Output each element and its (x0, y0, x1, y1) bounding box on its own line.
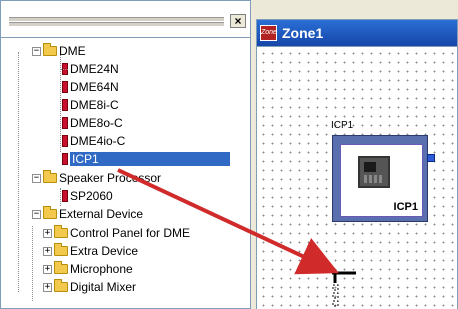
tree-item-label: DME4io-C (70, 134, 126, 148)
expand-icon[interactable]: + (43, 264, 52, 274)
dme-device-icon (62, 190, 68, 202)
device-tree-panel: × − DME DME24N DME64N DME8i-C DME8o-C DM… (0, 0, 251, 309)
icp1-component-body: ICP1 (340, 144, 423, 217)
tree-item-label: Control Panel for DME (70, 226, 191, 240)
tree-item-label: Digital Mixer (70, 280, 137, 294)
tree-item-label: Extra Device (70, 244, 139, 258)
icp1-component[interactable]: ICP1 (332, 135, 428, 222)
tree-item-label: DME24N (70, 62, 119, 76)
tree-item-speaker-processor[interactable]: − Speaker Processor (32, 170, 161, 186)
device-tree: − DME DME24N DME64N DME8i-C DME8o-C DME4… (1, 37, 250, 308)
tree-item-dme8o-c[interactable]: DME8o-C (62, 115, 123, 131)
folder-icon (54, 279, 68, 292)
tree-item-label: DME64N (70, 80, 119, 94)
dme-device-icon (62, 135, 68, 147)
tree-item-label: Microphone (70, 262, 133, 276)
tree-item-label: SP2060 (70, 189, 113, 203)
panel-buttons (364, 175, 384, 183)
component-name: ICP1 (393, 201, 418, 213)
tree-item-extra-device[interactable]: + Extra Device (43, 243, 138, 259)
tree-item-label: Speaker Processor (59, 171, 162, 185)
folder-icon (43, 170, 57, 183)
collapse-icon[interactable]: − (32, 173, 41, 183)
icp1-panel-icon (358, 156, 390, 188)
close-icon[interactable]: × (230, 14, 246, 28)
dme-device-icon (62, 153, 68, 165)
dme-device-icon (62, 117, 68, 129)
folder-icon (54, 261, 68, 274)
dme-device-icon (62, 99, 68, 111)
dme-device-icon (62, 81, 68, 93)
tree-item-digital-mixer[interactable]: + Digital Mixer (43, 279, 136, 295)
panel-grip[interactable] (9, 15, 224, 27)
tree-item-microphone[interactable]: + Microphone (43, 261, 133, 277)
tree-item-dme4io-c[interactable]: DME4io-C (62, 133, 125, 149)
tree-item-dme8i-c[interactable]: DME8i-C (62, 97, 119, 113)
zone-icon: Zone (260, 25, 277, 41)
zone-titlebar[interactable]: Zone Zone1 (257, 20, 457, 46)
tree-item-label-selected: ICP1 (70, 152, 230, 166)
component-label: ICP1 (331, 120, 354, 131)
tree-item-dme[interactable]: − DME (32, 43, 86, 59)
tree-item-label: DME8o-C (70, 116, 123, 130)
drop-cursor-icon (332, 270, 356, 307)
tree-item-icp1[interactable]: ICP1 (62, 151, 230, 167)
folder-icon (43, 206, 57, 219)
tree-item-dme24n[interactable]: DME24N (60, 61, 119, 77)
tree-item-label: DME8i-C (70, 98, 119, 112)
collapse-icon[interactable]: − (32, 46, 41, 56)
zone-window: Zone Zone1 ICP1 ICP1 (256, 19, 458, 309)
folder-icon (54, 243, 68, 256)
tree-item-sp2060[interactable]: SP2060 (62, 188, 113, 204)
tree-item-control-panel-for-dme[interactable]: + Control Panel for DME (43, 225, 190, 241)
expand-icon[interactable]: + (43, 246, 52, 256)
folder-icon (43, 43, 57, 56)
zone-title: Zone1 (282, 25, 324, 41)
panel-screen (364, 162, 376, 172)
tree-item-external-device[interactable]: − External Device (32, 206, 143, 222)
tree-item-dme64n[interactable]: DME64N (62, 79, 119, 95)
tree-item-label: DME (59, 44, 86, 58)
expand-icon[interactable]: + (43, 228, 52, 238)
output-port[interactable] (427, 154, 435, 162)
zone-canvas[interactable]: ICP1 ICP1 (257, 46, 457, 309)
expand-icon[interactable]: + (43, 282, 52, 292)
folder-icon (54, 225, 68, 238)
collapse-icon[interactable]: − (32, 209, 41, 219)
tree-item-label: External Device (59, 207, 144, 221)
